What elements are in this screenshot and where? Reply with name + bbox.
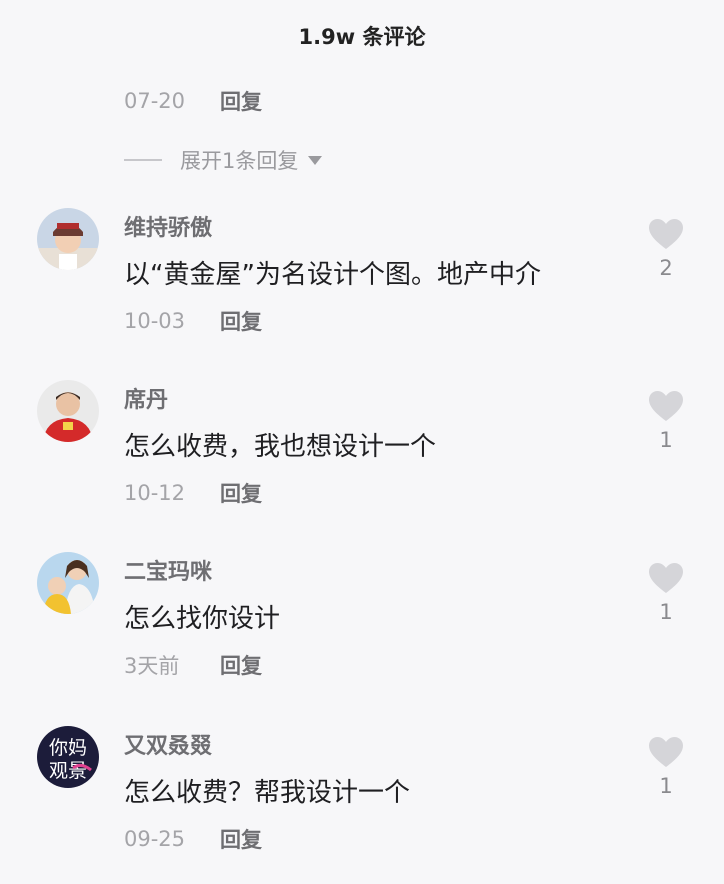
comment-date: 07-20 [124, 89, 186, 113]
avatar-logo-text: 你妈 [49, 737, 87, 759]
like-button[interactable]: 1 [646, 736, 686, 798]
user-avatar[interactable] [37, 380, 99, 442]
reply-button[interactable]: 回复 [220, 824, 262, 854]
reply-button[interactable]: 回复 [220, 650, 262, 680]
expand-replies-button[interactable]: 展开1条回复 [124, 144, 323, 176]
user-avatar[interactable] [37, 552, 99, 614]
like-button[interactable]: 1 [646, 562, 686, 624]
heart-icon [649, 737, 683, 767]
comment-username[interactable]: 二宝玛咪 [124, 554, 212, 586]
comment-item: 席丹 怎么收费，我也想设计一个 10-12 回复 1 [0, 380, 724, 552]
like-button[interactable]: 1 [646, 390, 686, 452]
comment-item: 维持骄傲 以“黄金屋”为名设计个图。地产中介 10-03 回复 2 [0, 208, 724, 380]
expand-replies-label: 展开1条回复 [180, 149, 299, 173]
comment-text: 怎么收费，我也想设计一个 [124, 432, 437, 462]
heart-icon [649, 563, 683, 593]
comment-count-title: 1.9w 条评论 [298, 25, 426, 49]
comment-item: 二宝玛咪 怎么找你设计 3天前 回复 1 [0, 552, 724, 724]
heart-icon [649, 219, 683, 249]
previous-reply-meta: 07-20 回复 [124, 86, 262, 116]
comment-date: 3天前 [124, 654, 180, 678]
like-count: 1 [659, 774, 673, 798]
comment-meta: 3天前 回复 [124, 650, 262, 680]
user-avatar[interactable]: 你妈 观景 [37, 726, 99, 788]
comment-meta: 09-25 回复 [124, 824, 262, 854]
comment-text: 怎么收费？帮我设计一个 [124, 778, 411, 808]
heart-icon [649, 391, 683, 421]
like-count: 2 [659, 256, 673, 280]
caret-down-icon [308, 155, 323, 165]
expand-divider [124, 159, 162, 161]
comment-date: 10-03 [124, 309, 186, 333]
comment-text: 怎么找你设计 [124, 604, 281, 634]
comment-username[interactable]: 维持骄傲 [124, 210, 212, 242]
comment-date: 10-12 [124, 481, 186, 505]
comment-meta: 10-03 回复 [124, 306, 262, 336]
comment-meta: 10-12 回复 [124, 478, 262, 508]
reply-button[interactable]: 回复 [220, 86, 262, 116]
comment-item: 你妈 观景 又双叒叕 怎么收费？帮我设计一个 09-25 回复 1 [0, 726, 724, 884]
reply-button[interactable]: 回复 [220, 478, 262, 508]
comment-username[interactable]: 席丹 [124, 382, 168, 414]
comment-username[interactable]: 又双叒叕 [124, 728, 212, 760]
comment-text: 以“黄金屋”为名设计个图。地产中介 [124, 260, 541, 290]
like-button[interactable]: 2 [646, 218, 686, 280]
like-count: 1 [659, 428, 673, 452]
reply-button[interactable]: 回复 [220, 306, 262, 336]
avatar-logo-text: 观景 [49, 760, 87, 782]
comments-panel: 1.9w 条评论 07-20 回复 展开1条回复 维持骄傲 以“黄金屋”为名设计… [0, 0, 724, 884]
comment-date: 09-25 [124, 827, 186, 851]
user-avatar[interactable] [37, 208, 99, 270]
like-count: 1 [659, 600, 673, 624]
